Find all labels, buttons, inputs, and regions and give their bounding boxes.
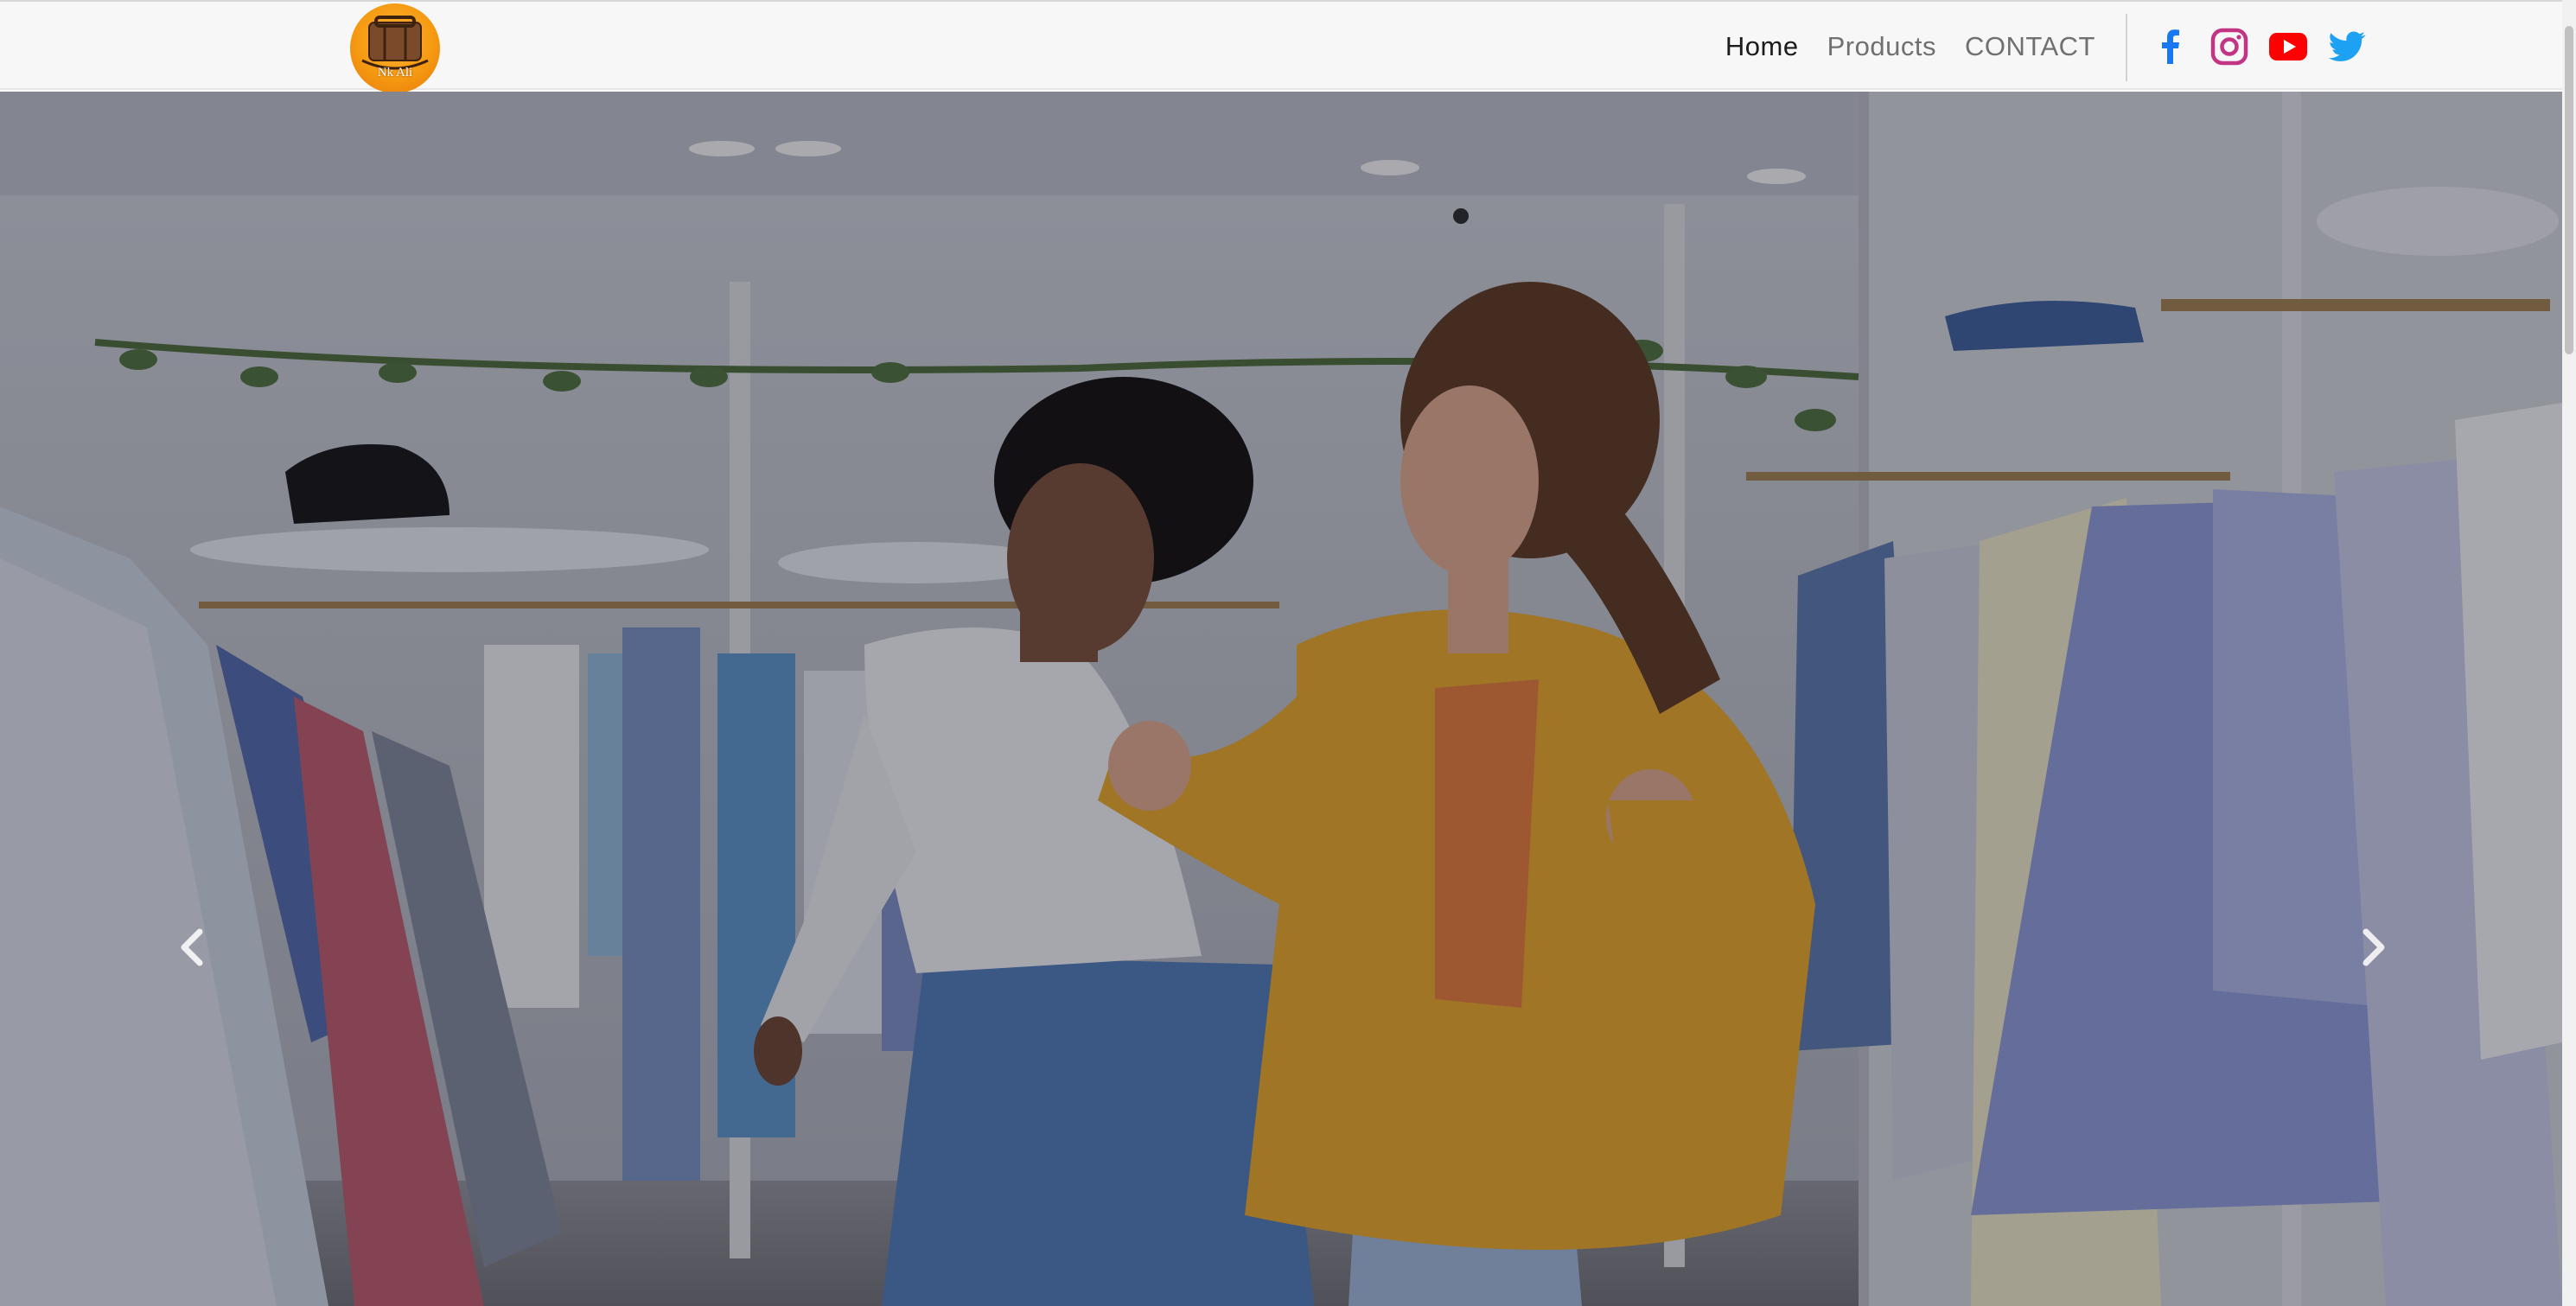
social-links (2150, 2, 2368, 92)
carousel-next-button[interactable] (2348, 913, 2400, 982)
page: Nk Ali Home Products CONTACT (0, 0, 2576, 1306)
instagram-icon[interactable] (2209, 26, 2250, 67)
navbar: Nk Ali Home Products CONTACT (0, 0, 2562, 93)
twitter-icon[interactable] (2326, 26, 2368, 67)
youtube-icon[interactable] (2267, 26, 2309, 67)
facebook-icon[interactable] (2150, 26, 2191, 67)
nav-divider (2126, 14, 2127, 81)
scrollbar-thumb[interactable] (2565, 26, 2573, 354)
chevron-left-icon (181, 928, 203, 966)
nav-contact-link[interactable]: CONTACT (1965, 31, 2095, 62)
page-scrollbar[interactable] (2562, 0, 2576, 1306)
brand-logo-text: Nk Ali (377, 66, 413, 80)
hero-carousel (0, 92, 2562, 1306)
carousel-prev-button[interactable] (166, 913, 218, 982)
nav-products-link[interactable]: Products (1827, 31, 1936, 62)
chevron-right-icon (2362, 928, 2385, 966)
nav-home-link[interactable]: Home (1725, 31, 1799, 62)
hero-overlay (0, 92, 2562, 1306)
brand-logo[interactable]: Nk Ali (350, 3, 440, 93)
nav-links: Home Products CONTACT (1725, 2, 2095, 92)
